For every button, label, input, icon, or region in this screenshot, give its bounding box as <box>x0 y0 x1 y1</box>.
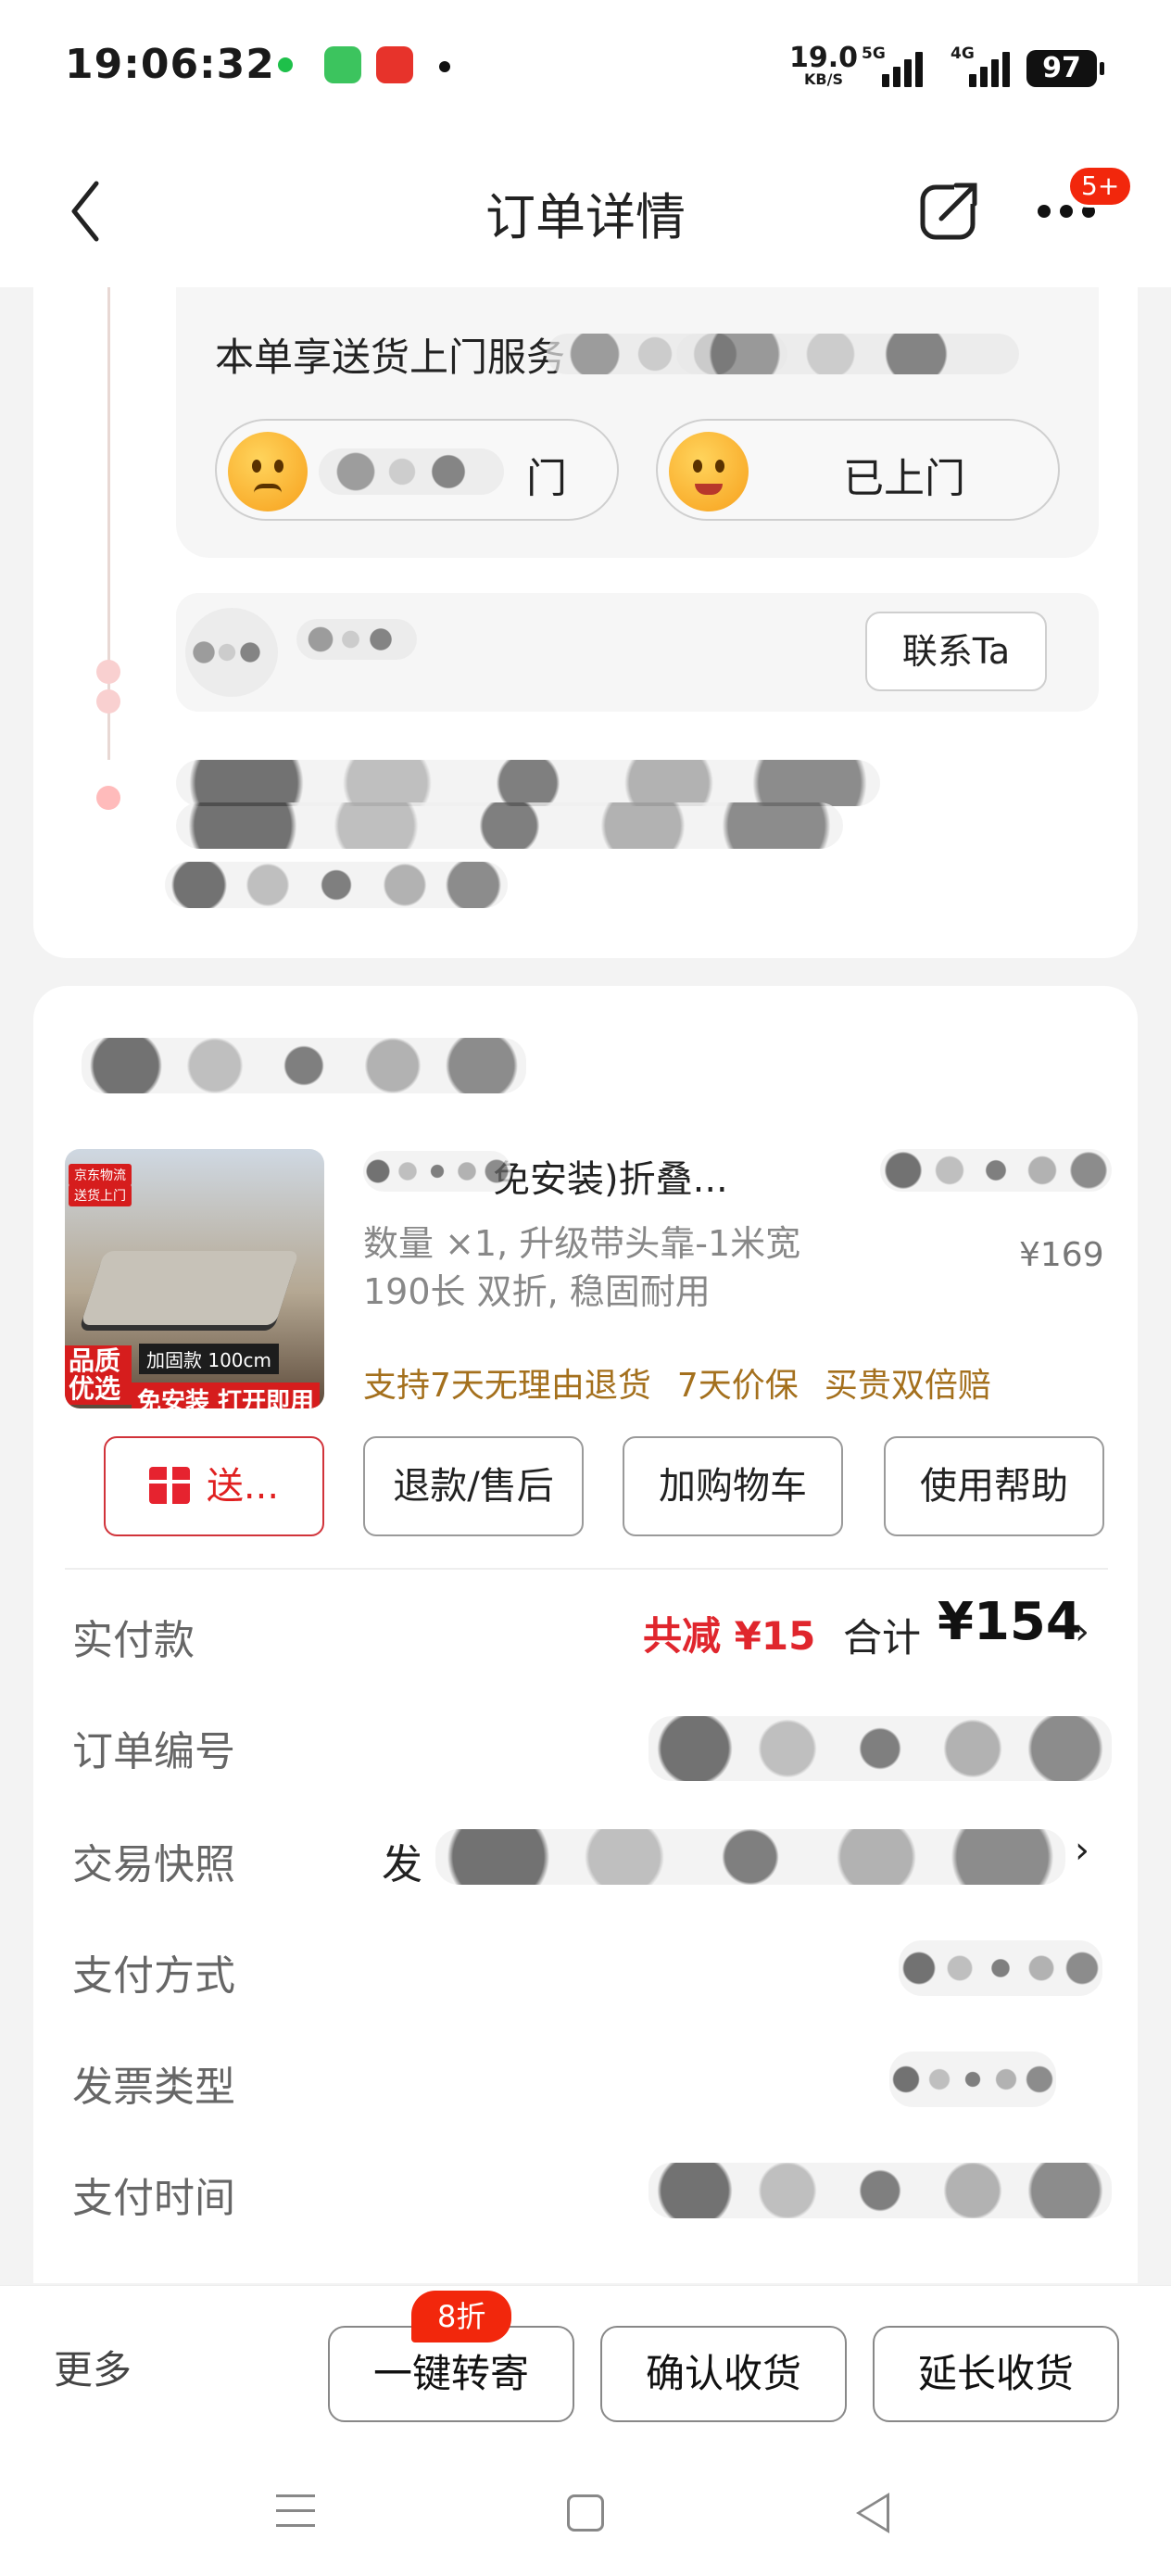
size-tag: 加固款 100cm <box>139 1344 280 1374</box>
signal-4g-label: 4G <box>951 44 975 63</box>
product-title[interactable]: 免安装)折叠... <box>363 1149 882 1205</box>
divider <box>65 1568 1108 1570</box>
masked-price-label <box>880 1149 1112 1192</box>
page-title: 订单详情 <box>485 188 686 246</box>
share-icon[interactable] <box>917 178 982 243</box>
timeline-dot <box>96 689 120 713</box>
system-nav-bar <box>0 2452 1171 2576</box>
refund-button[interactable]: 退款/售后 <box>363 1436 584 1536</box>
snapshot-text: 发 <box>382 1841 422 1888</box>
discount-amount: 共减 ¥15 <box>643 1613 816 1659</box>
gift-label: 送... <box>206 1465 280 1508</box>
signal-4g-icon: 4G <box>938 44 1012 87</box>
food-app-icon <box>376 46 413 83</box>
price-protect-tag: 7天价保 <box>676 1367 799 1405</box>
delivered-home-button[interactable]: 已上门 <box>656 419 1060 521</box>
status-time: 19:06:32 <box>65 41 275 88</box>
product-unit-price: ¥169 <box>1019 1236 1104 1274</box>
masked-delivery-status <box>176 760 880 806</box>
menu-icon[interactable] <box>276 2494 315 2539</box>
home-icon[interactable] <box>567 2494 604 2532</box>
extend-receipt-button[interactable]: 延长收货 <box>873 2326 1119 2422</box>
masked-text <box>676 334 1019 374</box>
masked-payment-time <box>648 2163 1112 2218</box>
masked-snapshot-text[interactable] <box>435 1829 1065 1885</box>
jd-logistics-tag: 京东物流 <box>69 1164 132 1186</box>
product-spec: 数量 ×1, 升级带头靠-1米宽 190长 双折, 稳固耐用 <box>363 1223 801 1312</box>
double-compensation-tag: 买贵双倍赔 <box>824 1367 991 1405</box>
payment-method-label: 支付方式 <box>72 1952 235 2000</box>
masked-courier-name <box>296 619 417 660</box>
contact-courier-button[interactable]: 联系Ta <box>865 612 1047 691</box>
install-tag: 免安装 打开即用 <box>132 1383 321 1408</box>
shopping-app-icon <box>324 46 361 83</box>
masked-payment-method <box>899 1940 1102 1996</box>
return-policy-tag: 支持7天无理由退货 <box>363 1367 651 1405</box>
courier-avatar <box>185 608 278 697</box>
battery-icon: 97 <box>1026 50 1104 87</box>
masked-order-number[interactable] <box>648 1716 1112 1781</box>
order-number-label: 订单编号 <box>72 1728 235 1775</box>
notification-dot-icon <box>439 61 450 72</box>
payment-time-label: 支付时间 <box>72 2175 235 2222</box>
snapshot-label: 交易快照 <box>72 1841 235 1888</box>
add-to-cart-button[interactable]: 加购物车 <box>623 1436 843 1536</box>
product-title-text: 免安装)折叠... <box>493 1158 728 1201</box>
confirm-receipt-button[interactable]: 确认收货 <box>600 2326 847 2422</box>
status-bar: 19:06:32 19.0 KB/S 5G 4G 97 <box>0 0 1171 130</box>
not-delivered-home-label: 门 <box>526 455 567 502</box>
chevron-right-icon[interactable]: › <box>1075 1829 1089 1872</box>
bed-image <box>81 1251 299 1325</box>
product-image[interactable]: 京东物流 送货上门 加固款 100cm 品质优选 免安装 打开即用 <box>65 1149 324 1408</box>
masked-delivery-time <box>165 862 508 908</box>
paid-amount-label: 实付款 <box>72 1617 195 1664</box>
gift-icon <box>148 1467 190 1504</box>
more-button[interactable]: 更多 <box>54 2339 132 2395</box>
network-speed: 19.0 KB/S <box>789 44 858 87</box>
signal-5g-icon: 5G <box>862 44 926 87</box>
signal-5g-label: 5G <box>862 44 886 63</box>
invoice-type-label: 发票类型 <box>72 2064 235 2111</box>
masked-delivery-status <box>176 802 843 849</box>
sad-face-icon <box>228 432 308 511</box>
masked-invoice-type <box>889 2052 1056 2107</box>
chevron-right-icon[interactable]: › <box>1075 1610 1089 1653</box>
back-triangle-icon[interactable] <box>856 2493 889 2533</box>
delivered-home-label: 已上门 <box>843 455 965 502</box>
home-delivery-tag: 送货上门 <box>69 1184 132 1206</box>
quality-tag: 品质优选 <box>65 1345 132 1405</box>
message-badge: 5+ <box>1067 165 1134 208</box>
total-label: 合计 <box>843 1615 922 1661</box>
masked-title-start <box>363 1151 511 1192</box>
network-speed-value: 19.0 <box>789 42 859 74</box>
help-button[interactable]: 使用帮助 <box>884 1436 1104 1536</box>
chat-app-icon <box>278 57 293 72</box>
nav-bar: 订单详情 5+ <box>0 130 1171 287</box>
discount-badge: 8折 <box>411 2291 512 2342</box>
masked-shop-name[interactable] <box>82 1038 526 1093</box>
happy-face-icon <box>669 432 749 511</box>
service-tags: 支持7天无理由退货 7天价保 买贵双倍赔 <box>363 1358 1017 1407</box>
timeline-dot <box>96 786 120 810</box>
network-speed-unit: KB/S <box>804 70 843 88</box>
not-delivered-home-button[interactable]: 门 <box>215 419 619 521</box>
home-delivery-text: 本单享送货上门服务 <box>215 335 566 380</box>
gift-button[interactable]: 送... <box>104 1436 324 1536</box>
timeline-dot <box>96 660 120 684</box>
total-amount[interactable]: ¥154 <box>938 1592 1082 1652</box>
